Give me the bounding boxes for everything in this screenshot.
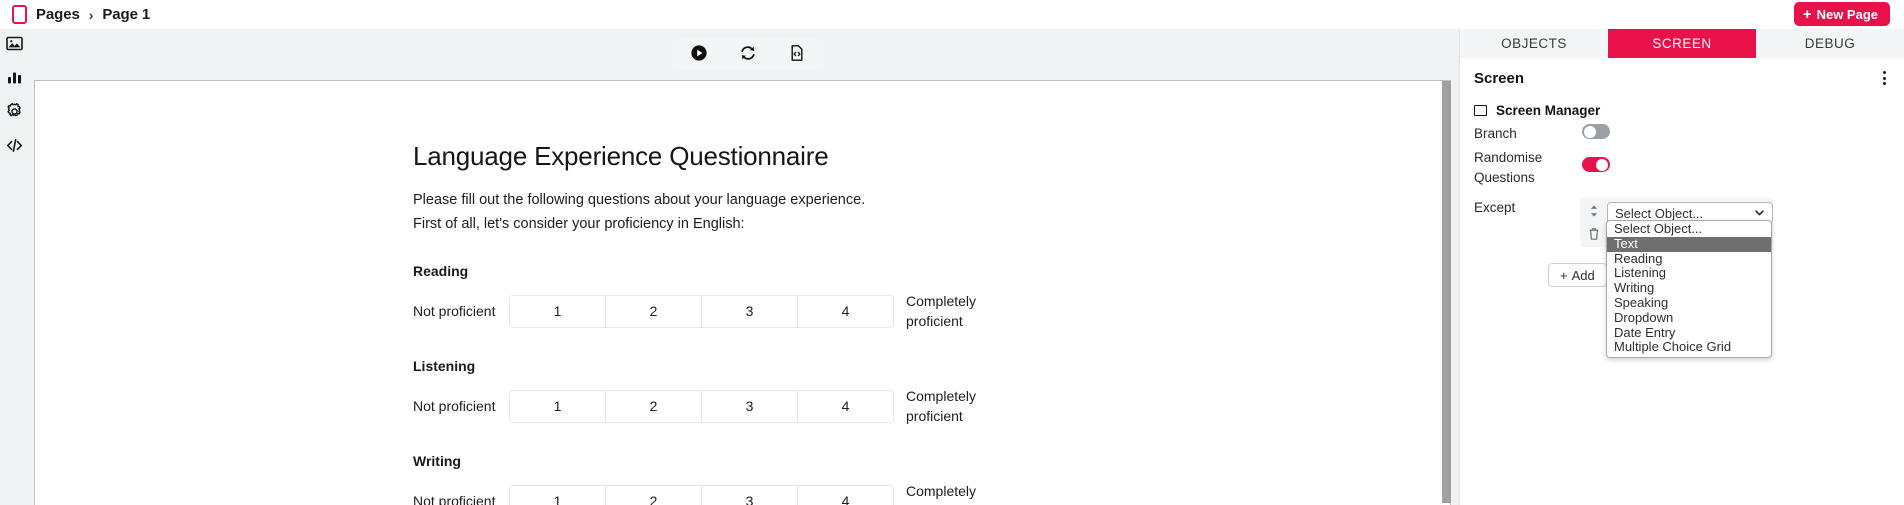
add-object-button[interactable]: + Add [1548,263,1607,287]
scale-cells: 1 2 3 4 [509,294,894,328]
property-label: Branch [1474,126,1517,141]
except-entry-actions [1580,198,1607,247]
chevron-down-icon [1755,210,1764,216]
tab-screen[interactable]: SCREEN [1608,29,1756,58]
form-content: Language Experience Questionnaire Please… [35,81,1450,505]
scale-high-label: Completely proficient [906,483,977,505]
scale-cells: 1 2 3 4 [509,484,894,505]
scale-cells: 1 2 3 4 [509,389,894,423]
add-object-label: Add [1571,267,1595,283]
dropdown-option[interactable]: Date Entry [1607,325,1771,341]
scale-option[interactable]: 4 [797,294,894,328]
more-options-icon[interactable] [1879,67,1890,89]
canvas-toolbar [672,37,824,69]
refresh-icon[interactable] [739,44,757,62]
dropdown-option[interactable]: Speaking [1607,295,1771,311]
scale-option[interactable]: 2 [605,484,702,505]
form-intro-line-1: Please fill out the following questions … [413,192,866,208]
question-label: Writing [413,453,461,469]
property-row-randomise: Randomise Questions [1460,146,1904,190]
app-root: Pages › Page 1 + New Page Language Exper… [0,0,1904,505]
property-row-branch: Branch [1460,122,1904,146]
screen-manager-header: Screen Manager [1460,93,1904,122]
scale-high-label: Completely proficient [906,388,977,424]
breadcrumb-separator-icon: › [88,6,94,23]
canvas-scrollbar[interactable] [1442,81,1451,503]
canvas-area: Language Experience Questionnaire Please… [29,29,1459,505]
scale-row: Not proficient 1 2 3 4 Completely profic… [413,291,1450,331]
screen-manager-icon [1474,105,1487,116]
gear-icon[interactable] [6,103,23,120]
question-block-reading: Reading Not proficient 1 2 3 4 Completel… [413,263,1450,331]
panel-title: Screen [1474,69,1525,87]
right-panel: OBJECTS SCREEN DEBUG Screen Screen Manag… [1459,29,1904,505]
property-control: Select Object... Select Object... Text R… [1580,198,1890,359]
delete-icon[interactable] [1588,227,1600,241]
scale-option[interactable]: 3 [701,389,798,423]
dropdown-option[interactable]: Listening [1607,266,1771,281]
except-select-value: Select Object... [1615,205,1704,221]
scale-high-label: Completely proficient [906,293,977,329]
scale-option[interactable]: 3 [701,294,798,328]
scale-option[interactable]: 1 [509,389,606,423]
file-code-icon[interactable] [788,44,806,62]
scrollbar-thumb[interactable] [1442,81,1451,503]
property-control [1582,148,1890,172]
breadcrumb-current[interactable]: Page 1 [102,6,150,23]
scale-option[interactable]: 2 [605,389,702,423]
breadcrumb: Pages › Page 1 [0,5,150,24]
property-label: Randomise Questions [1474,150,1543,185]
panel-header: Screen [1460,58,1904,93]
question-label: Reading [413,263,469,279]
tab-objects[interactable]: OBJECTS [1460,29,1608,58]
new-page-label: New Page [1816,6,1878,22]
dropdown-option[interactable]: Select Object... [1607,221,1771,237]
dropdown-option[interactable]: Dropdown [1607,310,1771,326]
top-bar: Pages › Page 1 + New Page [0,0,1904,29]
screen-manager-label: Screen Manager [1496,103,1601,118]
dropdown-option[interactable]: Reading [1607,251,1771,267]
scale-option[interactable]: 1 [509,484,606,505]
dropdown-option[interactable]: Multiple Choice Grid [1607,340,1771,355]
scale-low-label: Not proficient [413,493,496,505]
scale-low-label: Not proficient [413,303,496,319]
except-select-dropdown[interactable]: Select Object... Text Reading Listening … [1606,220,1772,359]
randomise-questions-toggle[interactable] [1582,157,1610,172]
code-icon[interactable] [6,137,23,154]
bar-chart-icon[interactable] [6,69,23,86]
new-page-button[interactable]: + New Page [1793,2,1890,26]
plus-icon: + [1560,267,1568,283]
question-block-listening: Listening Not proficient 1 2 3 4 Complet… [413,358,1450,426]
panel-tabs: OBJECTS SCREEN DEBUG [1460,29,1904,58]
dropdown-option[interactable]: Writing [1607,280,1771,296]
branch-toggle[interactable] [1582,124,1610,139]
page-title: Language Experience Questionnaire [413,141,829,171]
reorder-icon[interactable] [1588,204,1600,218]
scale-option[interactable]: 3 [701,484,798,505]
image-icon[interactable] [6,35,23,52]
scale-option[interactable]: 4 [797,389,894,423]
property-label: Except [1474,200,1516,215]
dropdown-option[interactable]: Text [1607,236,1771,252]
form-intro-line-2: First of all, let's consider your profic… [413,216,745,232]
plus-icon: + [1802,5,1812,23]
scale-option[interactable]: 1 [509,294,606,328]
scale-row: Not proficient 1 2 3 4 Completely profic… [413,481,1450,505]
left-rail [0,29,29,505]
page-icon [12,5,27,24]
form-preview-frame: Language Experience Questionnaire Please… [34,80,1451,505]
scale-low-label: Not proficient [413,398,496,414]
tab-debug[interactable]: DEBUG [1756,29,1904,58]
except-entry-card: Select Object... Select Object... Text R… [1580,198,1773,359]
property-control [1582,124,1890,139]
property-row-except: Except Select Object... Select Object...… [1460,196,1904,359]
scale-option[interactable]: 4 [797,484,894,505]
play-icon[interactable] [690,44,708,62]
breadcrumb-root[interactable]: Pages [36,6,80,23]
question-label: Listening [413,358,476,374]
question-block-writing: Writing Not proficient 1 2 3 4 Completel… [413,453,1450,505]
scale-option[interactable]: 2 [605,294,702,328]
scale-row: Not proficient 1 2 3 4 Completely profic… [413,386,1450,426]
